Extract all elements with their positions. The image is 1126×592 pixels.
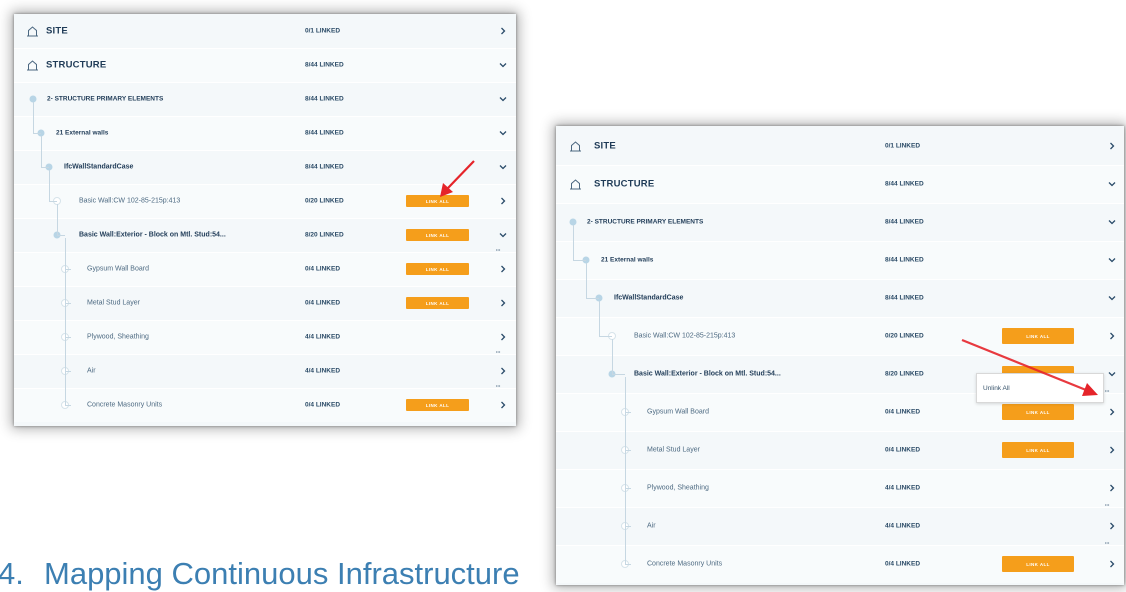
arrow-to-menu-icon xyxy=(961,338,1098,396)
annotation-arrows xyxy=(440,160,1098,396)
arrow-to-link-all-icon xyxy=(440,160,475,197)
